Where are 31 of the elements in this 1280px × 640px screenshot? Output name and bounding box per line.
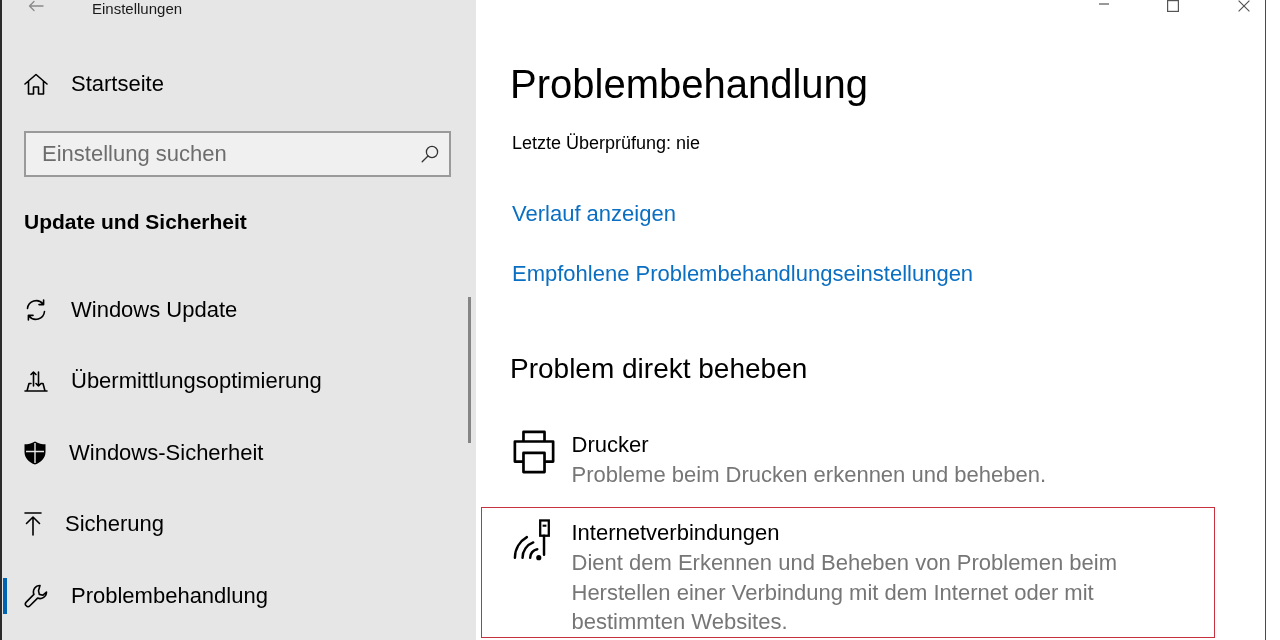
sync-icon	[24, 298, 48, 321]
link[interactable]: Verlauf anzeigen	[512, 199, 676, 229]
troubleshooter-item[interactable]: Drucker Probleme beim Drucken erkennen und beheben.	[481, 419, 1215, 491]
troubleshooter-description: Probleme beim Drucken erkennen und beheben.	[571, 461, 1047, 489]
sidebar-nav-item[interactable]: Windows Update	[3, 291, 246, 328]
sidebar-nav-item[interactable]: Sicherung	[3, 506, 173, 543]
search-field[interactable]: Einstellung suchen	[24, 131, 451, 177]
home-link[interactable]: Startseite	[3, 66, 172, 102]
maximize-icon[interactable]	[1167, 0, 1179, 12]
home-icon	[24, 73, 48, 95]
sidebar-nav-item[interactable]: Problembehandlung	[3, 577, 276, 614]
sidebar-nav-item[interactable]: Übermittlungsoptimierung	[3, 363, 330, 400]
troubleshooter-description: Dient dem Erkennen und Beheben von Problemen beim Herstellen einer Verbindung mit dem Internet oder mit bestimmten Websites.	[571, 549, 1118, 636]
section-heading: Problem direkt beheben	[510, 352, 808, 386]
troubleshooter-item[interactable]: Internetverbindungen Dient dem Erkennen und Beheben von Problemen beim Herstellen einer Verbindung mit dem Internet oder mit bestimmten Websites.	[481, 507, 1215, 638]
troubleshooter-title: Drucker	[571, 431, 649, 459]
scrollbar-thumb[interactable]	[468, 297, 471, 443]
link[interactable]: Empfohlene Problembehandlungseinstellungen	[512, 259, 974, 289]
printer-icon	[511, 430, 556, 474]
section-heading: Update und Sicherheit	[24, 209, 247, 235]
search-icon[interactable]	[421, 145, 439, 163]
shield-icon	[24, 440, 46, 465]
tray-arrows-icon	[24, 370, 48, 393]
last-check-text: Letzte Überprüfung: nie	[512, 132, 701, 155]
troubleshooter-title: Internetverbindungen	[571, 519, 780, 547]
wrench-icon	[24, 583, 48, 608]
page-title: Problembehandlung	[510, 61, 869, 108]
sidebar-nav-item[interactable]: Windows-Sicherheit	[3, 434, 272, 471]
close-icon[interactable]	[1238, 0, 1250, 12]
window-title: Einstellungen	[92, 0, 183, 17]
arrow-up-bar-icon	[24, 512, 42, 537]
